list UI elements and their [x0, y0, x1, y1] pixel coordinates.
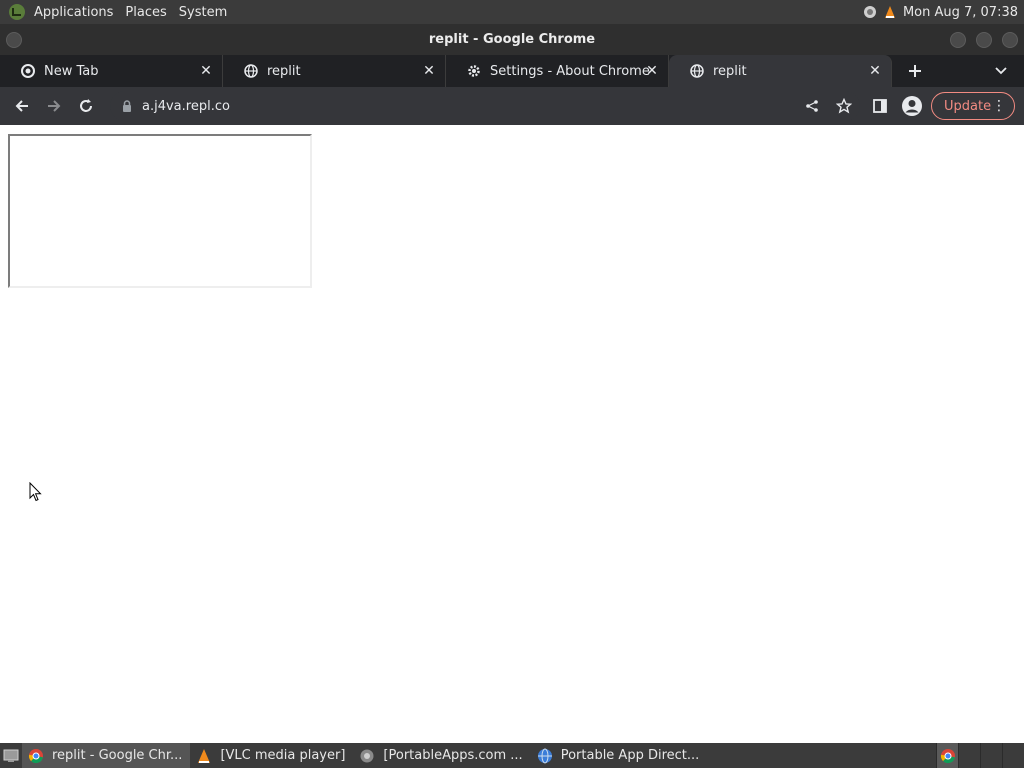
tab-label: replit: [713, 63, 747, 79]
bookmark-button[interactable]: [828, 90, 860, 122]
task-vlc[interactable]: [VLC media player]: [190, 743, 353, 768]
star-icon: [836, 98, 852, 114]
minimize-button[interactable]: [950, 32, 966, 48]
reload-icon: [80, 99, 92, 112]
address-bar[interactable]: a.j4va.repl.co: [110, 91, 860, 121]
tab-label: replit: [267, 63, 301, 79]
close-window-button[interactable]: [1002, 32, 1018, 48]
tab-replit[interactable]: replit ✕: [223, 55, 446, 87]
window-menu-button[interactable]: [6, 32, 22, 48]
share-button[interactable]: [796, 90, 828, 122]
globe-icon: [689, 63, 705, 79]
workspace-switcher: [936, 743, 1024, 768]
menu-system[interactable]: System: [173, 5, 233, 20]
tab-label: Settings - About Chrome: [490, 63, 650, 79]
network-icon[interactable]: [863, 5, 877, 19]
browser-toolbar: a.j4va.repl.co Update ⋮: [0, 87, 1024, 125]
workspace-4[interactable]: [1002, 743, 1024, 768]
plus-icon: [909, 65, 921, 77]
mint-logo-icon[interactable]: [6, 1, 28, 23]
workspace-2[interactable]: [958, 743, 980, 768]
maximize-button[interactable]: [976, 32, 992, 48]
task-label: Portable App Direct...: [560, 748, 700, 763]
vlc-icon: [196, 748, 212, 764]
window-title: replit - Google Chrome: [428, 32, 596, 47]
update-button[interactable]: Update ⋮: [931, 92, 1015, 120]
taskbar: replit - Google Chr... [VLC media player…: [0, 743, 1024, 768]
kebab-menu-icon[interactable]: ⋮: [992, 98, 1006, 114]
desktop-icon: [3, 749, 19, 762]
task-label: [PortableApps.com ...: [383, 748, 523, 763]
reload-button[interactable]: [70, 90, 102, 122]
tab-new-tab[interactable]: New Tab ✕: [0, 55, 223, 87]
show-desktop-button[interactable]: [0, 743, 22, 768]
task-portable-app-directory[interactable]: Portable App Direct...: [531, 743, 708, 768]
globe-icon: [243, 63, 259, 79]
side-panel-icon: [873, 99, 887, 113]
menu-places[interactable]: Places: [119, 5, 172, 20]
chevron-down-icon: [995, 67, 1007, 75]
profile-button[interactable]: [896, 90, 928, 122]
back-button[interactable]: [6, 90, 38, 122]
update-label: Update: [944, 98, 992, 114]
lock-icon[interactable]: [120, 99, 134, 113]
url-text[interactable]: a.j4va.repl.co: [142, 99, 230, 114]
menu-applications[interactable]: Applications: [28, 5, 119, 20]
forward-button[interactable]: [38, 90, 70, 122]
workspace-3[interactable]: [980, 743, 1002, 768]
globe-icon: [537, 748, 553, 764]
share-icon: [806, 100, 818, 112]
chrome-icon: [20, 63, 36, 79]
tab-label: New Tab: [44, 63, 99, 79]
task-chrome[interactable]: replit - Google Chr...: [22, 743, 191, 768]
tab-search-button[interactable]: [992, 62, 1010, 80]
chrome-icon: [940, 748, 955, 763]
close-icon[interactable]: ✕: [867, 63, 883, 79]
task-label: [VLC media player]: [220, 748, 346, 763]
mouse-cursor-icon: [29, 482, 42, 502]
page-content: [0, 125, 1024, 743]
chrome-icon: [28, 748, 44, 764]
new-tab-button[interactable]: [900, 55, 930, 87]
portableapps-icon: [359, 748, 375, 764]
side-panel-button[interactable]: [864, 90, 896, 122]
vlc-icon[interactable]: [883, 5, 897, 19]
tab-replit-active[interactable]: replit ✕: [669, 55, 892, 87]
top-panel: Applications Places System Mon Aug 7, 07…: [0, 0, 1024, 24]
avatar-icon: [902, 96, 922, 116]
workspace-1[interactable]: [936, 743, 958, 768]
task-portableapps[interactable]: [PortableApps.com ...: [353, 743, 530, 768]
window-titlebar[interactable]: replit - Google Chrome: [0, 24, 1024, 55]
gear-icon: [466, 63, 482, 79]
clock[interactable]: Mon Aug 7, 07:38: [903, 5, 1018, 20]
embedded-frame[interactable]: [8, 134, 312, 288]
close-icon[interactable]: ✕: [421, 63, 437, 79]
close-icon[interactable]: ✕: [644, 63, 660, 79]
tab-strip: New Tab ✕ replit ✕ Settings - About Chro…: [0, 55, 1024, 87]
arrow-left-icon: [15, 100, 28, 112]
task-label: replit - Google Chr...: [52, 748, 183, 763]
tab-settings[interactable]: Settings - About Chrome ✕: [446, 55, 669, 87]
arrow-right-icon: [48, 100, 61, 112]
close-icon[interactable]: ✕: [198, 63, 214, 79]
